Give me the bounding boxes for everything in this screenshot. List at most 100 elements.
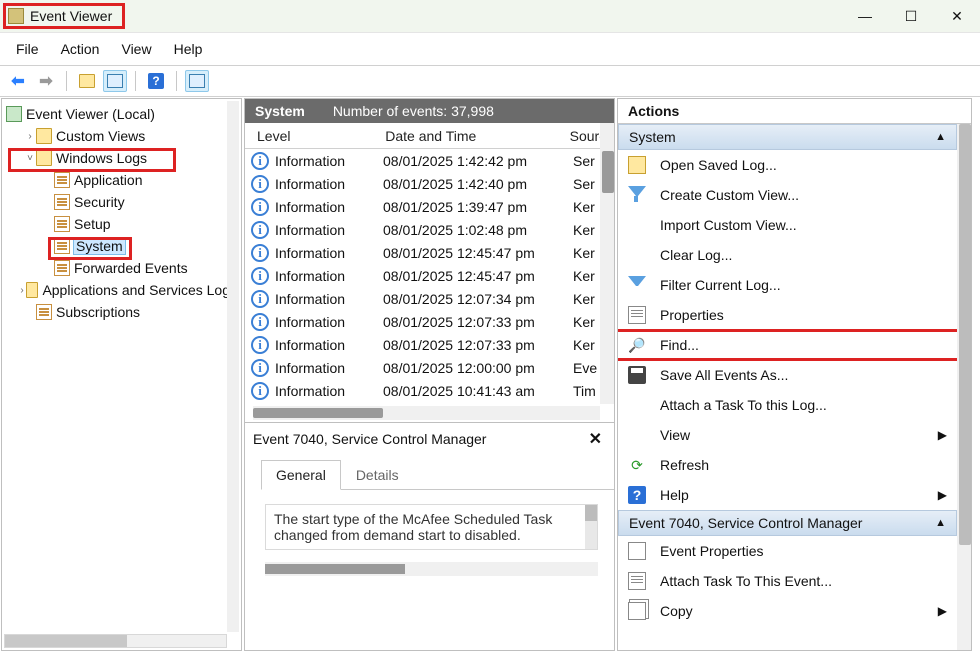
events-header-title: System xyxy=(255,103,305,119)
action-create-custom-view[interactable]: Create Custom View... xyxy=(618,180,957,210)
table-row[interactable]: iInformation08/01/2025 10:41:43 amTim xyxy=(245,380,600,403)
action-clear-log[interactable]: Clear Log... xyxy=(618,240,957,270)
cell-source: Ker xyxy=(567,337,600,353)
tree-item-forwarded-events[interactable]: Forwarded Events xyxy=(2,257,241,279)
nav-forward-button[interactable]: ➡ xyxy=(34,70,58,92)
grid-h-scrollbar[interactable] xyxy=(253,406,600,420)
action-filter-current-log[interactable]: Filter Current Log... xyxy=(618,270,957,300)
table-row[interactable]: iInformation08/01/2025 12:45:47 pmKer xyxy=(245,264,600,287)
col-level[interactable]: Level xyxy=(245,128,373,144)
action-import-custom-view[interactable]: Import Custom View... xyxy=(618,210,957,240)
tab-details[interactable]: Details xyxy=(341,460,414,490)
col-datetime[interactable]: Date and Time xyxy=(373,128,557,144)
action-event-properties[interactable]: Event Properties xyxy=(618,536,957,566)
expand-toggle[interactable]: › xyxy=(18,285,27,296)
toolbar-view1-button[interactable] xyxy=(103,70,127,92)
action-view[interactable]: View▶ xyxy=(618,420,957,450)
action-properties[interactable]: Properties xyxy=(618,300,957,330)
action-open-saved-log[interactable]: Open Saved Log... xyxy=(618,150,957,180)
menu-view[interactable]: View xyxy=(111,37,161,61)
tree-item-system[interactable]: System xyxy=(2,235,241,257)
grid-header[interactable]: Level Date and Time Source xyxy=(245,123,614,149)
cell-datetime: 08/01/2025 12:07:33 pm xyxy=(377,314,567,330)
tree-item-subscriptions[interactable]: Subscriptions xyxy=(2,301,241,323)
tree-pane: Event Viewer (Local) ›Custom Views˅Windo… xyxy=(1,98,242,651)
cell-datetime: 08/01/2025 1:42:40 pm xyxy=(377,176,567,192)
action-find[interactable]: 🔎Find... xyxy=(618,330,957,360)
tree-item-setup[interactable]: Setup xyxy=(2,213,241,235)
blank-icon xyxy=(628,426,646,444)
tab-general[interactable]: General xyxy=(261,460,341,490)
tree-item-applications-and-services-logs[interactable]: ›Applications and Services Logs xyxy=(2,279,241,301)
cell-level: Information xyxy=(275,199,345,215)
tree-item-label: Security xyxy=(74,194,125,210)
menu-action[interactable]: Action xyxy=(51,37,110,61)
chevron-up-icon: ▲ xyxy=(935,517,946,529)
table-row[interactable]: iInformation08/01/2025 1:39:47 pmKer xyxy=(245,195,600,218)
close-button[interactable]: ✕ xyxy=(934,0,980,33)
folder-icon xyxy=(36,150,52,166)
tree-item-security[interactable]: Security xyxy=(2,191,241,213)
table-row[interactable]: iInformation08/01/2025 1:42:40 pmSer xyxy=(245,172,600,195)
cell-datetime: 08/01/2025 12:45:47 pm xyxy=(377,268,567,284)
action-save-all-events-as[interactable]: Save All Events As... xyxy=(618,360,957,390)
table-row[interactable]: iInformation08/01/2025 12:45:47 pmKer xyxy=(245,241,600,264)
log-icon xyxy=(36,304,52,320)
table-row[interactable]: iInformation08/01/2025 12:00:00 pmEve xyxy=(245,357,600,380)
action-help[interactable]: ?Help▶ xyxy=(618,480,957,510)
help-button[interactable]: ? xyxy=(144,70,168,92)
tree-v-scrollbar[interactable] xyxy=(227,101,239,632)
minimize-button[interactable]: — xyxy=(842,0,888,33)
actions-v-scrollbar[interactable] xyxy=(957,124,971,650)
information-icon: i xyxy=(251,198,269,216)
chevron-right-icon: ▶ xyxy=(938,488,947,502)
action-label: Attach Task To This Event... xyxy=(660,573,957,589)
table-row[interactable]: iInformation08/01/2025 12:07:33 pmKer xyxy=(245,334,600,357)
cell-datetime: 08/01/2025 12:07:33 pm xyxy=(377,337,567,353)
tree-root[interactable]: Event Viewer (Local) xyxy=(2,103,241,125)
expand-toggle[interactable]: › xyxy=(24,131,36,142)
information-icon: i xyxy=(251,313,269,331)
information-icon: i xyxy=(251,359,269,377)
cell-level: Information xyxy=(275,383,345,399)
show-tree-button[interactable] xyxy=(75,70,99,92)
action-label: Find... xyxy=(660,337,957,353)
log-icon xyxy=(54,194,70,210)
information-icon: i xyxy=(251,290,269,308)
expand-toggle[interactable]: ˅ xyxy=(24,153,36,164)
cell-datetime: 08/01/2025 10:41:43 am xyxy=(377,383,567,399)
menu-help[interactable]: Help xyxy=(164,37,213,61)
maximize-button[interactable]: ☐ xyxy=(888,0,934,33)
cell-source: Ker xyxy=(567,268,600,284)
detail-close-button[interactable]: ✕ xyxy=(585,429,606,449)
action-refresh[interactable]: ⟳Refresh xyxy=(618,450,957,480)
toolbar-separator xyxy=(66,71,67,91)
action-attach-task-to-this-event[interactable]: Attach Task To This Event... xyxy=(618,566,957,596)
detail-h-scrollbar[interactable] xyxy=(265,562,598,576)
titlebar: Event Viewer — ☐ ✕ xyxy=(0,0,980,33)
action-attach-a-task-to-this-log[interactable]: Attach a Task To this Log... xyxy=(618,390,957,420)
toolbar-view2-button[interactable] xyxy=(185,70,209,92)
detail-v-scrollbar[interactable] xyxy=(585,505,597,549)
properties-icon xyxy=(628,306,646,324)
tree-h-scrollbar[interactable] xyxy=(4,634,227,648)
actions-section-header[interactable]: System▲ xyxy=(618,124,957,150)
table-row[interactable]: iInformation08/01/2025 1:42:42 pmSer xyxy=(245,149,600,172)
menu-file[interactable]: File xyxy=(6,37,49,61)
action-label: Create Custom View... xyxy=(660,187,957,203)
table-row[interactable]: iInformation08/01/2025 12:07:34 pmKer xyxy=(245,288,600,311)
information-icon: i xyxy=(251,152,269,170)
table-row[interactable]: iInformation08/01/2025 12:07:33 pmKer xyxy=(245,311,600,334)
table-row[interactable]: iInformation08/01/2025 1:02:48 pmKer xyxy=(245,218,600,241)
tree-item-custom-views[interactable]: ›Custom Views xyxy=(2,125,241,147)
action-copy[interactable]: Copy▶ xyxy=(618,596,957,626)
cell-source: Eve xyxy=(567,360,600,376)
grid-v-scrollbar[interactable] xyxy=(600,123,614,404)
tree-item-application[interactable]: Application xyxy=(2,169,241,191)
nav-back-button[interactable]: ⬅ xyxy=(6,70,30,92)
action-label: Copy xyxy=(660,603,924,619)
filter-icon xyxy=(628,276,646,294)
actions-section-header[interactable]: Event 7040, Service Control Manager▲ xyxy=(618,510,957,536)
log-icon xyxy=(54,216,70,232)
tree-item-windows-logs[interactable]: ˅Windows Logs xyxy=(2,147,241,169)
